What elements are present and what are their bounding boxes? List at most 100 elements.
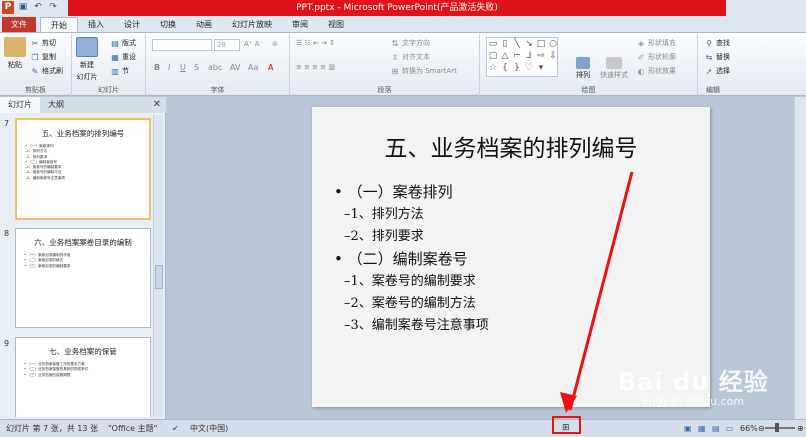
underline-icon[interactable]: U [180, 63, 186, 72]
section-button[interactable]: ▥ 节 [110, 66, 129, 76]
undo-icon[interactable]: ↶ [32, 1, 44, 14]
bullet-level-1: • （二）编制案卷号 [334, 250, 468, 268]
paste-button[interactable]: 粘贴 [4, 37, 26, 70]
select-label: 选择 [716, 67, 730, 75]
clear-format-icon[interactable]: ⊘ [272, 40, 278, 48]
connector-shape-icon[interactable]: ⅃ [523, 50, 535, 62]
close-pane-icon[interactable]: ✕ [153, 97, 161, 113]
reset-button[interactable]: ▦ 重设 [110, 52, 136, 62]
save-icon[interactable]: ▣ [17, 1, 29, 14]
reset-label: 重设 [122, 53, 136, 61]
shape-fill-button[interactable]: ◈ 形状填充 [636, 38, 676, 48]
star-shape-icon[interactable]: ☆ [487, 62, 499, 74]
rounded-rect-shape-icon[interactable]: ▢ [487, 50, 499, 62]
rectangle-shape-icon[interactable]: □ [535, 38, 547, 50]
char-spacing-icon[interactable]: AV [230, 63, 240, 72]
section-label: 节 [122, 67, 129, 75]
quick-styles-label: 快速样式 [600, 71, 628, 79]
font-group: 28 A⁺ A⁻ ⊘ B I U S abc AV Aa A 字体 [146, 33, 290, 96]
font-family-select[interactable] [152, 39, 212, 51]
normal-view-icon[interactable]: ▣ [684, 420, 692, 437]
line-shape-icon[interactable]: ╲ [511, 38, 523, 50]
tab-slides-pane[interactable]: 幻灯片 [0, 97, 40, 113]
zoom-in-icon[interactable]: ⊕ [797, 420, 804, 437]
arrow-line-shape-icon[interactable]: ↘ [523, 38, 535, 50]
shapes-gallery[interactable]: ▭ ▯ ╲ ↘ □ ○ ▢ △ ⌐ ⅃ ⇨ ⇩ ☆ { } ♡ ▾ [486, 37, 558, 77]
tab-home[interactable]: 开始 [40, 17, 78, 32]
theme-status[interactable]: "Office 主题" [108, 420, 157, 437]
slideshow-view-icon[interactable]: ▭ [726, 420, 734, 437]
layout-button[interactable]: ▤ 版式 [110, 38, 136, 48]
textbox-shape-icon[interactable]: ▭ [487, 38, 499, 50]
language-status[interactable]: 中文(中国) [190, 420, 228, 437]
zoom-out-icon[interactable]: ⊖ [758, 420, 765, 437]
more-shapes-icon[interactable]: ▾ [535, 62, 547, 74]
pane-scrollbar[interactable] [153, 115, 163, 417]
tab-slideshow[interactable]: 幻灯片放映 [222, 17, 282, 32]
font-size-select[interactable]: 28 [214, 39, 240, 51]
right-arrow-shape-icon[interactable]: ⇨ [535, 50, 547, 62]
format-painter-button[interactable]: ✎ 格式刷 [30, 66, 63, 76]
strikethrough-icon[interactable]: S [194, 63, 199, 72]
status-bar: 幻灯片 第 7 张，共 13 张 "Office 主题" ✔ 中文(中国) ⊞ … [0, 419, 806, 437]
brush-icon: ✎ [31, 66, 39, 76]
slide-body[interactable]: • （一）案卷排列 –1、排列方法 –2、排列要求 • （二）编制案卷号 –1、… [334, 181, 489, 337]
quick-styles-button[interactable]: 快速样式 [600, 57, 628, 80]
slide-thumbnail-9[interactable]: 七、业务档案的保管 • （一）业务档案保管工作的基本方案 • （二）业务档案保管… [15, 337, 151, 417]
paste-label: 粘贴 [8, 61, 22, 69]
tab-design[interactable]: 设计 [114, 17, 150, 32]
slide-thumbnail-8[interactable]: 六、业务档案案卷目录的编制 • （一）案卷目录编制的作用 • （二）案卷目录的格… [15, 228, 151, 328]
tab-review[interactable]: 审阅 [282, 17, 318, 32]
tab-transitions[interactable]: 切换 [150, 17, 186, 32]
select-button[interactable]: ➚ 选择 [704, 66, 730, 76]
brace-close-shape-icon[interactable]: } [511, 62, 523, 74]
slide-title[interactable]: 五、业务档案的排列编号 [312, 129, 710, 163]
shape-effects-button[interactable]: ◐ 形状效果 [636, 66, 677, 76]
scissors-icon: ✂ [31, 38, 39, 48]
zoom-level[interactable]: 66% [740, 420, 758, 437]
tab-view[interactable]: 视图 [318, 17, 354, 32]
find-button[interactable]: ⚲ 查找 [704, 38, 730, 48]
align-text-button[interactable]: ⇳ 对齐文本 [390, 52, 430, 62]
tab-animations[interactable]: 动画 [186, 17, 222, 32]
paragraph-group: ☰ ☷ ⇤ ⇥ ↕ ≡ ≡ ≡ ≡ ▥ ⇅ 文字方向 ⇳ 对齐文本 ⊞ 转换为 Sma… [290, 33, 480, 96]
tab-outline-pane[interactable]: 大纲 [40, 97, 72, 113]
tab-file[interactable]: 文件 [2, 17, 36, 32]
oval-shape-icon[interactable]: ○ [547, 38, 559, 50]
thumbnail-title: 五、业务档案的排列编号 [41, 129, 125, 138]
zoom-slider[interactable] [765, 427, 795, 429]
change-case-icon[interactable]: Aa [248, 63, 258, 72]
smartart-button[interactable]: ⊞ 转换为 SmartArt [390, 66, 457, 76]
grow-font-icon[interactable]: A⁺ A⁻ [244, 40, 263, 48]
shadow-icon[interactable]: abc [208, 63, 222, 72]
replace-button[interactable]: ⇆ 替换 [704, 52, 730, 62]
heart-shape-icon[interactable]: ♡ [523, 62, 535, 74]
workspace-scrollbar[interactable] [794, 97, 806, 419]
italic-icon[interactable]: I [168, 63, 170, 72]
bold-icon[interactable]: B [154, 63, 160, 72]
arrange-button[interactable]: 排列 [576, 57, 590, 80]
redo-icon[interactable]: ↷ [47, 1, 59, 14]
zoom-slider-knob[interactable] [775, 423, 779, 432]
bullets-icon[interactable]: ☰ ☷ ⇤ ⇥ ↕ [296, 39, 335, 47]
new-slide-button[interactable]: 新建 幻灯片 [76, 37, 98, 82]
sorter-view-icon[interactable]: ▦ [698, 420, 706, 437]
text-direction-button[interactable]: ⇅ 文字方向 [390, 38, 430, 48]
copy-button[interactable]: ❐ 复制 [30, 52, 56, 62]
tab-insert[interactable]: 插入 [78, 17, 114, 32]
shape-outline-button[interactable]: ✐ 形状轮廓 [636, 52, 676, 62]
spellcheck-icon[interactable]: ✔ [172, 420, 179, 437]
cut-button[interactable]: ✂ 剪切 [30, 38, 56, 48]
pane-scrollbar-thumb[interactable] [155, 265, 163, 289]
elbow-line-shape-icon[interactable]: ⌐ [511, 50, 523, 62]
font-color-icon[interactable]: A [268, 63, 273, 72]
vertical-textbox-shape-icon[interactable]: ▯ [499, 38, 511, 50]
ribbon-tabs: 文件 开始 插入 设计 切换 动画 幻灯片放映 审阅 视图 [0, 16, 806, 32]
align-icons[interactable]: ≡ ≡ ≡ ≡ ▥ [296, 63, 335, 71]
powerpoint-logo-icon[interactable]: P [2, 1, 14, 14]
brace-open-shape-icon[interactable]: { [499, 62, 511, 74]
down-arrow-shape-icon[interactable]: ⇩ [547, 50, 559, 62]
reading-view-icon[interactable]: ▤ [712, 420, 720, 437]
triangle-shape-icon[interactable]: △ [499, 50, 511, 62]
slide-thumbnail-7[interactable]: 五、业务档案的排列编号 • （一）案卷排列 –1、排列方法 –2、排列要求 • … [15, 118, 151, 220]
